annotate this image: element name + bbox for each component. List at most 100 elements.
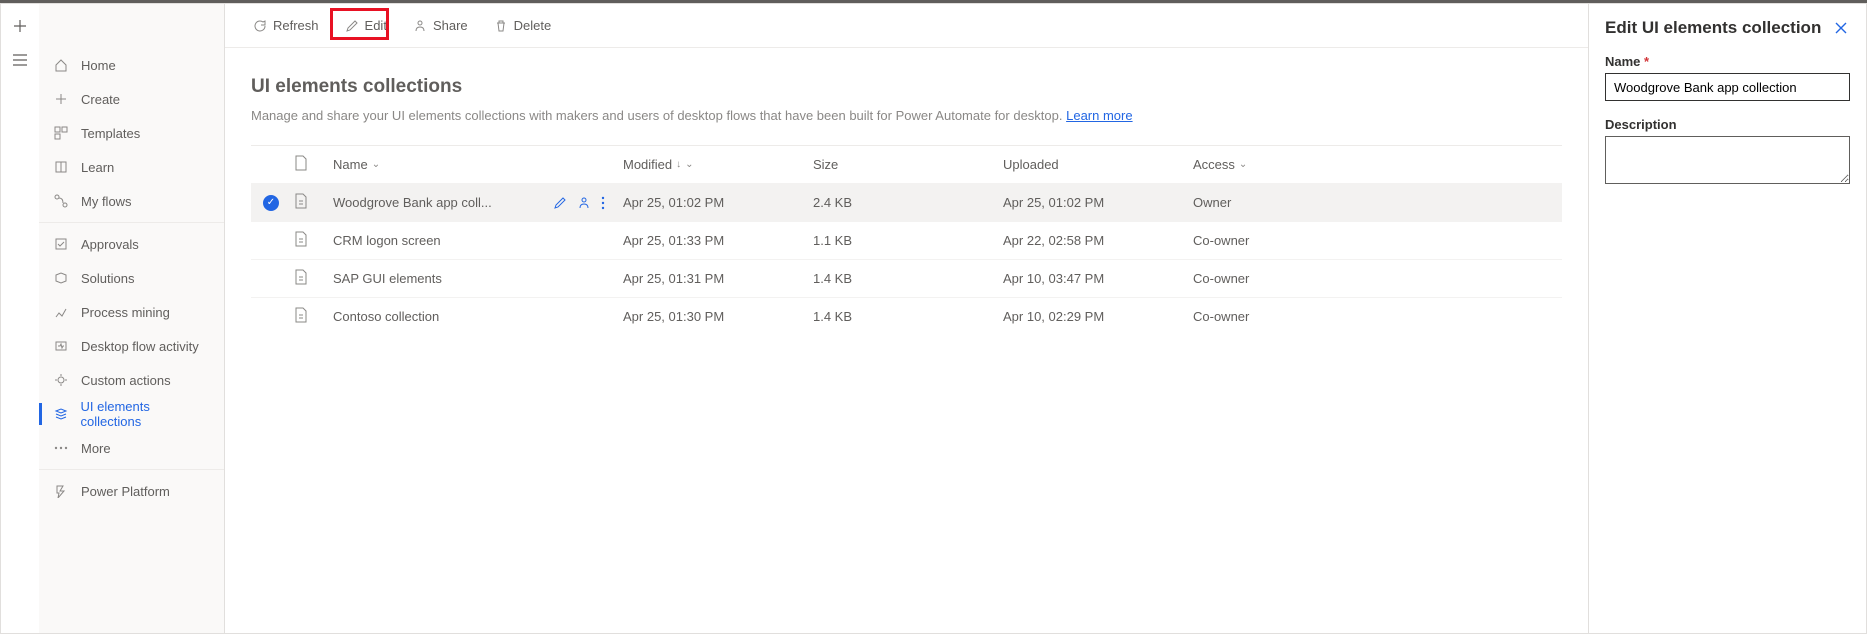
custom-actions-icon bbox=[53, 372, 69, 388]
row-select-checked-icon[interactable]: ✓ bbox=[263, 195, 279, 211]
sidebar-item-label: Templates bbox=[81, 126, 140, 141]
sidebar-item-label: Home bbox=[81, 58, 116, 73]
collection-file-icon bbox=[293, 193, 309, 209]
page-description: Manage and share your UI elements collec… bbox=[251, 108, 1562, 123]
book-icon bbox=[53, 159, 69, 175]
row-size: 1.1 KB bbox=[813, 233, 1003, 248]
sidebar-item-solutions[interactable]: Solutions bbox=[39, 261, 224, 295]
close-icon[interactable] bbox=[1832, 19, 1850, 37]
share-icon bbox=[413, 19, 427, 33]
sidebar-item-create[interactable]: Create bbox=[39, 82, 224, 116]
sidebar-item-desktop-flow-activity[interactable]: Desktop flow activity bbox=[39, 329, 224, 363]
refresh-label: Refresh bbox=[273, 18, 319, 33]
table-row[interactable]: CRM logon screen Apr 25, 01:33 PM1.1 KBAp… bbox=[251, 221, 1562, 259]
sidebar-item-label: Power Platform bbox=[81, 484, 170, 499]
approvals-icon bbox=[53, 236, 69, 252]
sidebar-item-label: Desktop flow activity bbox=[81, 339, 199, 354]
column-modified[interactable]: Modified↓⌄ bbox=[623, 157, 813, 172]
hamburger-icon[interactable] bbox=[6, 46, 34, 74]
share-icon[interactable] bbox=[577, 196, 591, 210]
sidebar-item-custom-actions[interactable]: Custom actions bbox=[39, 363, 224, 397]
solutions-icon bbox=[53, 270, 69, 286]
sidebar-item-approvals[interactable]: Approvals bbox=[39, 227, 224, 261]
column-name[interactable]: Name⌄ bbox=[333, 157, 623, 172]
description-field-label: Description bbox=[1605, 117, 1850, 132]
row-modified: Apr 25, 01:30 PM bbox=[623, 309, 813, 324]
edit-icon bbox=[345, 19, 359, 33]
more-icon[interactable] bbox=[601, 196, 615, 210]
sidebar-item-label: Approvals bbox=[81, 237, 139, 252]
share-label: Share bbox=[433, 18, 468, 33]
sidebar-item-label: My flows bbox=[81, 194, 132, 209]
toolbar: Refresh Edit Share Delete bbox=[225, 4, 1588, 48]
flow-icon bbox=[53, 193, 69, 209]
row-size: 1.4 KB bbox=[813, 309, 1003, 324]
row-size: 2.4 KB bbox=[813, 195, 1003, 210]
row-access: Co-owner bbox=[1193, 309, 1333, 324]
ui-elements-icon bbox=[53, 406, 69, 422]
expand-icon[interactable] bbox=[6, 12, 34, 40]
row-uploaded: Apr 25, 01:02 PM bbox=[1003, 195, 1193, 210]
row-name[interactable]: SAP GUI elements bbox=[333, 271, 442, 286]
sidebar-item-my-flows[interactable]: My flows bbox=[39, 184, 224, 218]
chevron-down-icon: ⌄ bbox=[372, 159, 380, 170]
edit-panel: Edit UI elements collection Name * Descr… bbox=[1588, 4, 1866, 633]
edit-icon[interactable] bbox=[553, 196, 567, 210]
row-name[interactable]: CRM logon screen bbox=[333, 233, 441, 248]
more-icon bbox=[53, 440, 69, 456]
row-access: Co-owner bbox=[1193, 271, 1333, 286]
refresh-button[interactable]: Refresh bbox=[243, 11, 329, 41]
sidebar-item-label: Solutions bbox=[81, 271, 134, 286]
sidebar-item-more[interactable]: More bbox=[39, 431, 224, 465]
row-modified: Apr 25, 01:33 PM bbox=[623, 233, 813, 248]
sidebar-item-label: More bbox=[81, 441, 111, 456]
sidebar-item-label: Process mining bbox=[81, 305, 170, 320]
edit-button[interactable]: Edit bbox=[335, 11, 397, 41]
row-modified: Apr 25, 01:02 PM bbox=[623, 195, 813, 210]
panel-title: Edit UI elements collection bbox=[1605, 18, 1821, 38]
row-uploaded: Apr 10, 03:47 PM bbox=[1003, 271, 1193, 286]
file-header-icon bbox=[293, 155, 309, 171]
name-field[interactable] bbox=[1605, 73, 1850, 101]
edit-label: Edit bbox=[365, 18, 387, 33]
delete-icon bbox=[494, 19, 508, 33]
share-button[interactable]: Share bbox=[403, 11, 478, 41]
page-title: UI elements collections bbox=[251, 76, 1562, 98]
sidebar-item-learn[interactable]: Learn bbox=[39, 150, 224, 184]
collection-file-icon bbox=[293, 231, 309, 247]
sidebar-item-templates[interactable]: Templates bbox=[39, 116, 224, 150]
sort-down-icon: ↓ bbox=[676, 159, 681, 170]
table-row[interactable]: Contoso collection Apr 25, 01:30 PM1.4 KB… bbox=[251, 297, 1562, 335]
sidebar-item-process-mining[interactable]: Process mining bbox=[39, 295, 224, 329]
delete-button[interactable]: Delete bbox=[484, 11, 562, 41]
row-uploaded: Apr 10, 02:29 PM bbox=[1003, 309, 1193, 324]
row-uploaded: Apr 22, 02:58 PM bbox=[1003, 233, 1193, 248]
table-row[interactable]: SAP GUI elements Apr 25, 01:31 PM1.4 KBAp… bbox=[251, 259, 1562, 297]
table-row[interactable]: ✓ Woodgrove Bank app coll... Apr 25, 01:02… bbox=[251, 183, 1562, 221]
activity-icon bbox=[53, 338, 69, 354]
sidebar-item-label: UI elements collections bbox=[81, 399, 211, 429]
sidebar: Home Create Templates Learn My flows bbox=[39, 4, 225, 633]
sidebar-item-label: Custom actions bbox=[81, 373, 171, 388]
sidebar-item-label: Create bbox=[81, 92, 120, 107]
sidebar-item-home[interactable]: Home bbox=[39, 48, 224, 82]
row-modified: Apr 25, 01:31 PM bbox=[623, 271, 813, 286]
sidebar-item-ui-elements-collections[interactable]: UI elements collections bbox=[39, 397, 224, 431]
column-uploaded[interactable]: Uploaded bbox=[1003, 157, 1193, 172]
description-field[interactable] bbox=[1605, 136, 1850, 184]
row-name[interactable]: Woodgrove Bank app coll... bbox=[333, 195, 492, 210]
column-access[interactable]: Access⌄ bbox=[1193, 157, 1333, 172]
plus-icon bbox=[53, 91, 69, 107]
row-size: 1.4 KB bbox=[813, 271, 1003, 286]
collections-table: Name⌄ Modified↓⌄ Size Uploaded Access⌄ ✓… bbox=[251, 145, 1562, 335]
power-platform-icon bbox=[53, 483, 69, 499]
collection-file-icon bbox=[293, 269, 309, 285]
learn-more-link[interactable]: Learn more bbox=[1066, 108, 1132, 123]
chevron-down-icon: ⌄ bbox=[1239, 159, 1247, 170]
sidebar-item-label: Learn bbox=[81, 160, 114, 175]
sidebar-item-power-platform[interactable]: Power Platform bbox=[39, 474, 224, 508]
name-field-label: Name * bbox=[1605, 54, 1850, 69]
row-access: Co-owner bbox=[1193, 233, 1333, 248]
column-size[interactable]: Size bbox=[813, 157, 1003, 172]
row-name[interactable]: Contoso collection bbox=[333, 309, 439, 324]
